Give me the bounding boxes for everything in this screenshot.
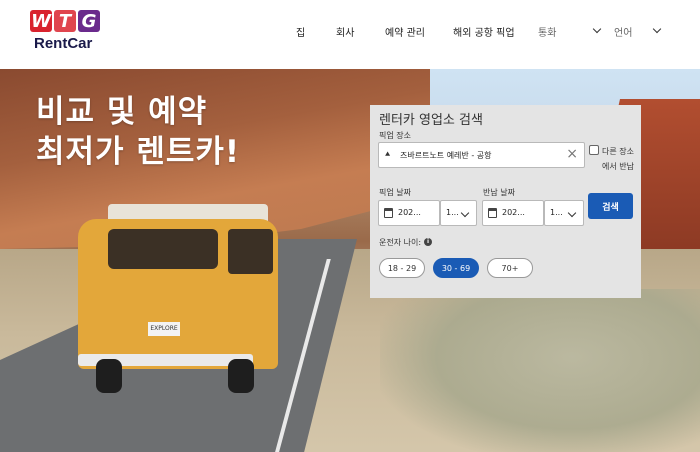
currency-dropdown[interactable]: 통화 [538,20,604,42]
language-dropdown[interactable]: 언어 [614,20,664,42]
nav-airport-pickup[interactable]: 해외 공항 픽업 [453,24,515,39]
rental-search-panel: 렌터카 영업소 검색 픽업 장소 ⯅ 즈바르트노트 예레반 - 공항 × 다른 … [370,105,641,298]
return-other-location-checkbox[interactable] [589,145,599,155]
language-label: 언어 [614,28,633,39]
logo-letter-t: T [54,10,76,32]
wtg-rentcar-logo[interactable]: W T G RentCar [28,10,108,56]
age-option-18-29[interactable]: 18 - 29 [379,258,425,278]
pickup-date-value: 202... [398,208,421,217]
nav-manage-booking[interactable]: 예약 관리 [385,24,425,39]
hero-headline: 비교 및 예약 최저가 렌트카! [36,92,240,172]
search-panel-title: 렌터카 영업소 검색 [379,113,483,128]
return-date-value: 202... [502,208,525,217]
pickup-location-value: 즈바르트노트 예레반 - 공항 [400,151,492,160]
nav-company[interactable]: 회사 [336,24,354,39]
hero-headline-line2: 최저가 렌트카! [36,134,241,170]
site-header: W T G RentCar 집 회사 예약 관리 해외 공항 픽업 통화 언어 [0,0,700,69]
age-option-70-plus[interactable]: 70+ [487,258,533,278]
return-time-select[interactable]: 1... [544,200,584,226]
van-plate: EXPLORE [148,322,180,336]
chevron-down-icon [592,24,602,34]
chevron-down-icon [567,208,577,218]
hero-headline-line1: 비교 및 예약 [36,94,208,130]
pickup-date-label: 픽업 날짜 [379,188,411,197]
pickup-time-select[interactable]: 1... [440,200,477,226]
nav-home[interactable]: 집 [296,24,305,39]
camper-van-image: EXPLORE [78,204,283,434]
logo-letter-g: G [78,10,100,32]
chevron-down-icon [460,208,470,218]
airport-icon: ⯅ [384,150,392,160]
return-time-value: 1... [550,208,563,217]
calendar-icon [488,208,497,218]
currency-label: 통화 [538,28,557,39]
calendar-icon [384,208,393,218]
clear-icon[interactable]: × [566,146,578,162]
return-date-label: 반납 날짜 [483,188,515,197]
search-button[interactable]: 검색 [588,193,633,219]
driver-age-label: 운전자 나이: [379,238,422,247]
age-option-30-69[interactable]: 30 - 69 [433,258,479,278]
pickup-location-label: 픽업 장소 [379,131,411,140]
pickup-location-input[interactable]: ⯅ 즈바르트노트 예레반 - 공항 × [378,142,585,168]
logo-letter-w: W [30,10,52,32]
pickup-time-value: 1... [446,208,459,217]
pickup-date-input[interactable]: 202... [378,200,440,226]
return-date-input[interactable]: 202... [482,200,544,226]
return-other-location-label: 다른 장소에서 반납 [602,147,634,171]
info-icon[interactable]: i [424,238,432,246]
chevron-down-icon [652,24,662,34]
logo-brand-text: RentCar [34,35,93,52]
desert-grass [380,289,700,452]
